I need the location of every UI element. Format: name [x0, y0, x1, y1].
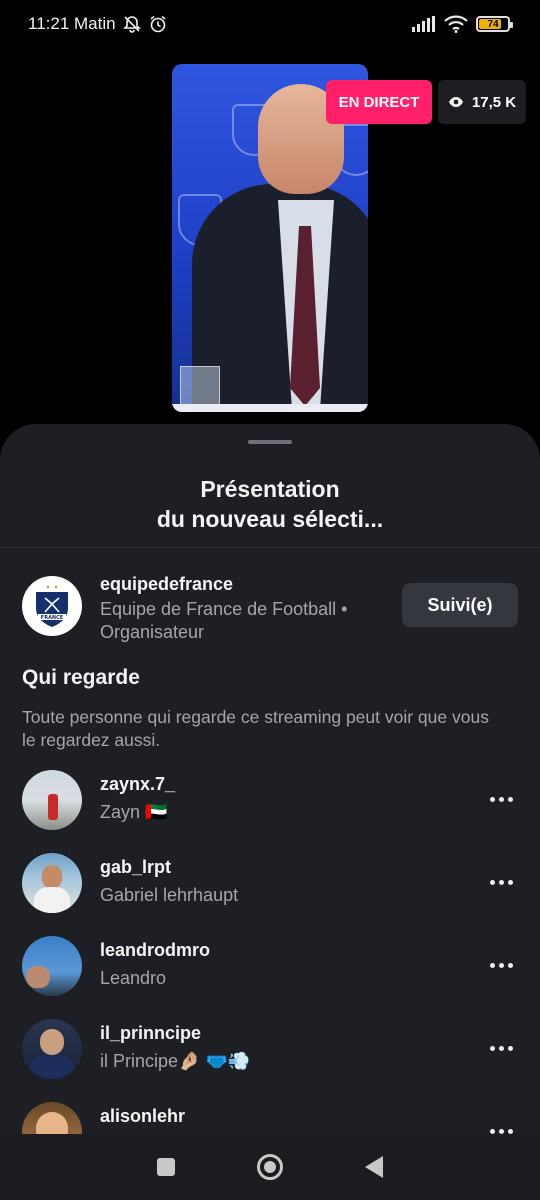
watchers-title: Qui regarde: [22, 666, 140, 689]
battery-level: 74: [487, 18, 499, 30]
list-item[interactable]: zaynx.7_ Zayn 🇦🇪: [0, 770, 540, 853]
status-left: 11:21 Matin: [28, 14, 168, 34]
live-title-line2: du nouveau sélecti...: [156, 506, 384, 532]
more-options-icon[interactable]: [484, 869, 518, 895]
crest-text: FRANCE: [41, 615, 64, 621]
recents-square-icon[interactable]: [157, 1158, 175, 1176]
signal-icon: [412, 16, 435, 32]
viewer-username[interactable]: zaynx.7_: [100, 774, 175, 795]
viewer-name: Zayn 🇦🇪: [100, 802, 168, 822]
status-time: 11:21 Matin: [28, 14, 116, 33]
desk: [172, 404, 368, 412]
more-options-icon[interactable]: [484, 1118, 518, 1134]
avatar[interactable]: [22, 770, 82, 830]
viewer-username[interactable]: gab_lrpt: [100, 857, 171, 878]
status-right: 74: [412, 15, 513, 33]
list-item[interactable]: il_prinncipe il Principe🤌🏼 🩲💨: [0, 1019, 540, 1102]
viewer-count: 17,5 K: [438, 80, 526, 124]
fff-crest-icon: FRANCE: [36, 585, 68, 627]
more-options-icon[interactable]: [484, 1035, 518, 1061]
organizer-subtitle: Equipe de France de Football • Organisat…: [100, 599, 348, 642]
viewer-username[interactable]: il_prinncipe: [100, 1023, 201, 1044]
viewer-username[interactable]: leandrodmro: [100, 940, 210, 961]
live-badge: EN DIRECT: [326, 80, 432, 124]
status-bar: 11:21 Matin 74: [0, 0, 540, 48]
avatar[interactable]: [22, 853, 82, 913]
organizer-row: FRANCE equipedefrance Equipe de France d…: [22, 574, 518, 644]
list-item[interactable]: gab_lrpt Gabriel lehrhaupt: [0, 853, 540, 936]
system-navbar: [0, 1134, 540, 1200]
watchers-list: zaynx.7_ Zayn 🇦🇪 gab_lrpt Gabriel lehrha…: [0, 770, 540, 1134]
watchers-description: Toute personne qui regarde ce streaming …: [22, 707, 489, 750]
live-title: Présentation du nouveau sélecti...: [0, 474, 540, 534]
organizer-username[interactable]: equipedefrance: [100, 574, 233, 595]
more-options-icon[interactable]: [484, 786, 518, 812]
wifi-icon: [444, 15, 468, 33]
bell-off-icon: [122, 16, 141, 33]
live-title-line1: Présentation: [200, 476, 340, 502]
list-item[interactable]: leandrodmro Leandro: [0, 936, 540, 1019]
alarm-icon: [150, 15, 166, 33]
following-button[interactable]: Suivi(e): [402, 583, 518, 627]
back-triangle-icon[interactable]: [365, 1156, 383, 1178]
viewer-username[interactable]: alisonlehr: [100, 1106, 185, 1127]
live-info-sheet: Présentation du nouveau sélecti... FRANC…: [0, 424, 540, 1134]
sheet-drag-handle[interactable]: [248, 440, 292, 444]
home-circle-icon[interactable]: [257, 1154, 283, 1180]
viewer-name: il Principe🤌🏼 🩲💨: [100, 1051, 251, 1071]
viewer-name: Leandro: [100, 968, 167, 988]
divider: [0, 547, 540, 548]
viewer-name: Gabriel lehrhaupt: [100, 885, 239, 905]
organizer-avatar[interactable]: FRANCE: [22, 576, 82, 636]
more-options-icon[interactable]: [484, 952, 518, 978]
viewer-count-value: 17,5 K: [471, 93, 517, 111]
list-item[interactable]: alisonlehr: [0, 1102, 540, 1134]
eye-icon: [448, 97, 463, 107]
avatar[interactable]: [22, 1019, 82, 1079]
avatar[interactable]: [22, 1102, 82, 1134]
avatar[interactable]: [22, 936, 82, 996]
battery-icon: 74: [476, 16, 513, 32]
